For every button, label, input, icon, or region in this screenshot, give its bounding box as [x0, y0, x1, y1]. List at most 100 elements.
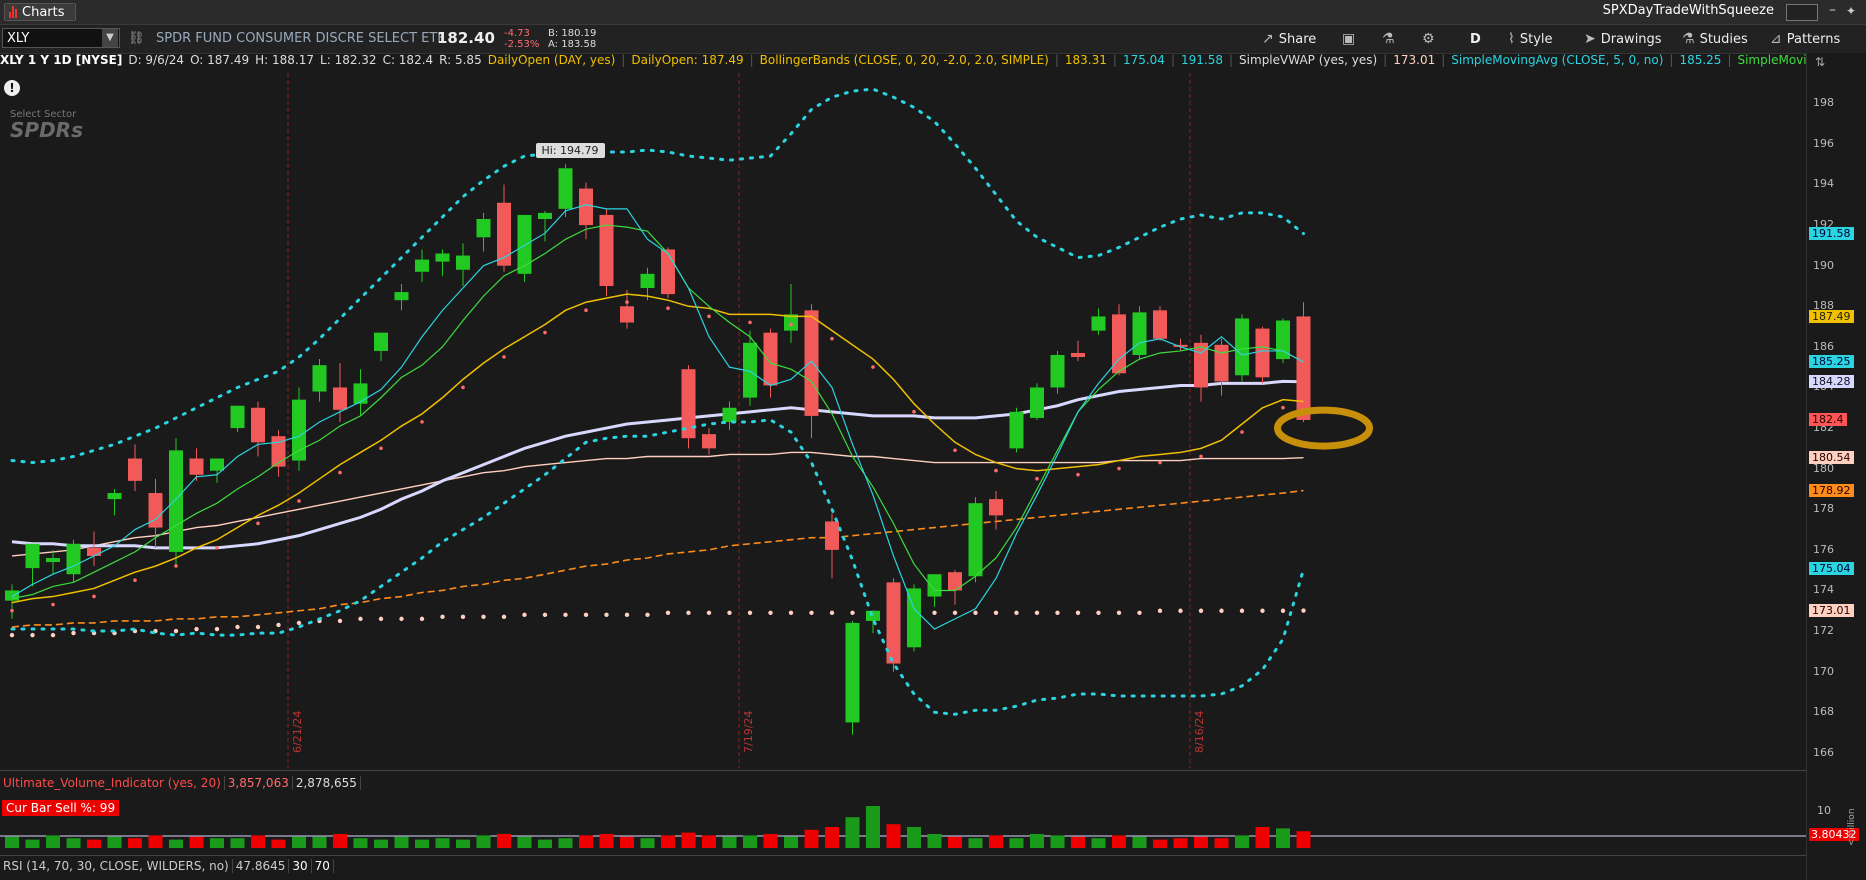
price-tick: 168 — [1813, 705, 1834, 719]
flask-button[interactable]: ⚗ — [1382, 29, 1395, 49]
volume-bar — [825, 827, 839, 848]
price-tick: 166 — [1813, 745, 1834, 759]
daily-open-dot — [1240, 430, 1244, 434]
vwap-band-dot — [686, 610, 691, 615]
vwap-band-dot — [850, 610, 855, 615]
vwap-band-dot — [1219, 608, 1224, 613]
vwap-band-dot — [30, 632, 35, 638]
vwap-band-dot — [1301, 608, 1306, 613]
candle-body — [456, 255, 470, 270]
style-button[interactable]: ⌇ Style — [1508, 29, 1553, 49]
candle-body — [517, 214, 532, 274]
volume-study-label[interactable]: Ultimate_Volume_Indicator (yes, 20) — [0, 776, 225, 790]
study-legend-item[interactable]: 183.31 — [1065, 53, 1107, 67]
daily-open-dot — [502, 355, 506, 359]
rsi-study-label[interactable]: RSI (14, 70, 30, CLOSE, WILDERS, no) — [0, 859, 233, 873]
volume-bar — [538, 839, 552, 848]
bar-high: H: 188.17 — [255, 53, 315, 67]
volume-bar — [845, 817, 860, 848]
candle-body — [1214, 344, 1229, 382]
vwap-line — [11, 379, 1304, 550]
spdr-logo: Select Sector SPDRs — [10, 109, 83, 142]
study-legend-item[interactable]: SimpleVWAP (yes, yes) — [1239, 53, 1377, 67]
vwap-band-dot — [522, 612, 527, 618]
patterns-button[interactable]: ⊿ Patterns — [1770, 29, 1840, 49]
volume-bar — [1050, 835, 1065, 848]
price-tick: 178 — [1813, 502, 1834, 516]
axis-scale-icon[interactable]: ⇅ — [1815, 55, 1825, 69]
daily-open-dot — [379, 446, 383, 451]
study-legend-item[interactable]: 185.25 — [1679, 53, 1721, 67]
price-tick: 174 — [1813, 583, 1834, 597]
symbol-description: SPDR FUND CONSUMER DISCRE SELECT ETF — [156, 31, 445, 46]
volume-bar — [107, 836, 122, 848]
share-button[interactable]: ↗ Share — [1262, 29, 1316, 49]
settings-button[interactable]: ⚙ — [1422, 29, 1435, 49]
vwap-band-dot — [235, 624, 240, 630]
study-legend-item[interactable]: DailyOpen (DAY, yes) — [488, 53, 616, 67]
study-legend-item[interactable]: SimpleMovingAvg (CLOSE, 5, 0, no) — [1451, 53, 1663, 67]
volume-bar — [907, 827, 921, 848]
percent-change: -2.53% — [504, 39, 540, 50]
minimize-icon[interactable]: – — [1829, 2, 1836, 18]
daily-open-dot — [1281, 405, 1285, 410]
price-axis[interactable]: 1661681701721741761781801821841861881901… — [1806, 53, 1866, 880]
vwap-band-dot — [1280, 608, 1286, 613]
bid-price: B: 180.19 — [548, 28, 597, 39]
studies-legend[interactable]: DailyOpen (DAY, yes) | DailyOpen: 187.49 | B… — [488, 53, 1866, 67]
volume-bar — [1009, 838, 1024, 848]
volume-chart[interactable] — [0, 796, 1806, 852]
daily-open-dot — [1199, 454, 1203, 459]
bar-range: R: 5.85 — [439, 53, 482, 67]
volume-bar — [251, 835, 265, 848]
volume-bar — [1276, 828, 1290, 848]
candle-body — [763, 332, 778, 386]
aggregation-button[interactable]: D — [1470, 29, 1481, 49]
daily-open-dot — [871, 365, 875, 369]
study-legend-item[interactable]: 191.58 — [1181, 53, 1223, 67]
candle-body — [66, 543, 81, 575]
chart-settings-button[interactable]: ▣ — [1342, 29, 1355, 49]
charts-app-button[interactable]: Charts — [4, 3, 76, 21]
alert-icon[interactable]: ! — [4, 80, 20, 96]
study-legend-item[interactable]: 173.01 — [1393, 53, 1435, 67]
price-chart[interactable] — [0, 73, 1806, 768]
daily-open-dot — [994, 468, 998, 473]
link-icon[interactable]: ⛓ — [128, 31, 145, 46]
link-color-box[interactable] — [1786, 4, 1818, 21]
vwap-band-dot — [727, 610, 732, 615]
volume-bar — [456, 839, 470, 848]
vwap-band-dot — [809, 610, 814, 615]
volume-bar — [312, 836, 327, 848]
ask-price: A: 183.58 — [548, 39, 597, 50]
bollinger-lower-line — [10, 418, 1305, 716]
volume-bar — [87, 839, 101, 848]
studies-button[interactable]: ⚗ Studies — [1682, 29, 1748, 49]
candle-body — [374, 332, 388, 351]
volume-value-2: 2,878,655 — [292, 776, 361, 790]
volume-bar — [25, 839, 40, 848]
vwap-band-dot — [952, 610, 958, 615]
study-legend-item[interactable]: 175.04 — [1123, 53, 1165, 67]
vwap-band-dot — [932, 610, 937, 615]
study-legend-item[interactable]: BollingerBands (CLOSE, 0, 20, -2.0, 2.0,… — [760, 53, 1049, 67]
vwap-band-dot — [1178, 608, 1183, 613]
symbol-dropdown-icon[interactable]: ▼ — [102, 29, 118, 47]
legend-separator: | — [1170, 53, 1175, 67]
volume-bar — [886, 824, 901, 848]
vwap-band-dot — [1034, 610, 1040, 615]
study-legend-item[interactable]: DailyOpen: 187.49 — [631, 53, 743, 67]
vwap-band-dot — [768, 610, 773, 615]
daily-open-dot — [830, 336, 834, 341]
daily-open-dot — [51, 602, 55, 607]
vwap-band-dot — [665, 610, 671, 615]
vwap-band-dot — [542, 612, 548, 618]
candle-body — [312, 365, 327, 392]
drawings-button[interactable]: ➤ Drawings — [1584, 29, 1662, 49]
daily-open-dot — [584, 308, 588, 313]
candle-body — [989, 499, 1003, 516]
linked-study-name[interactable]: SPXDayTradeWithSqueeze — [1603, 3, 1774, 18]
price-badge: 187.49 — [1809, 309, 1854, 323]
pin-icon[interactable]: ✦ — [1846, 4, 1856, 18]
candle-body — [46, 557, 60, 563]
